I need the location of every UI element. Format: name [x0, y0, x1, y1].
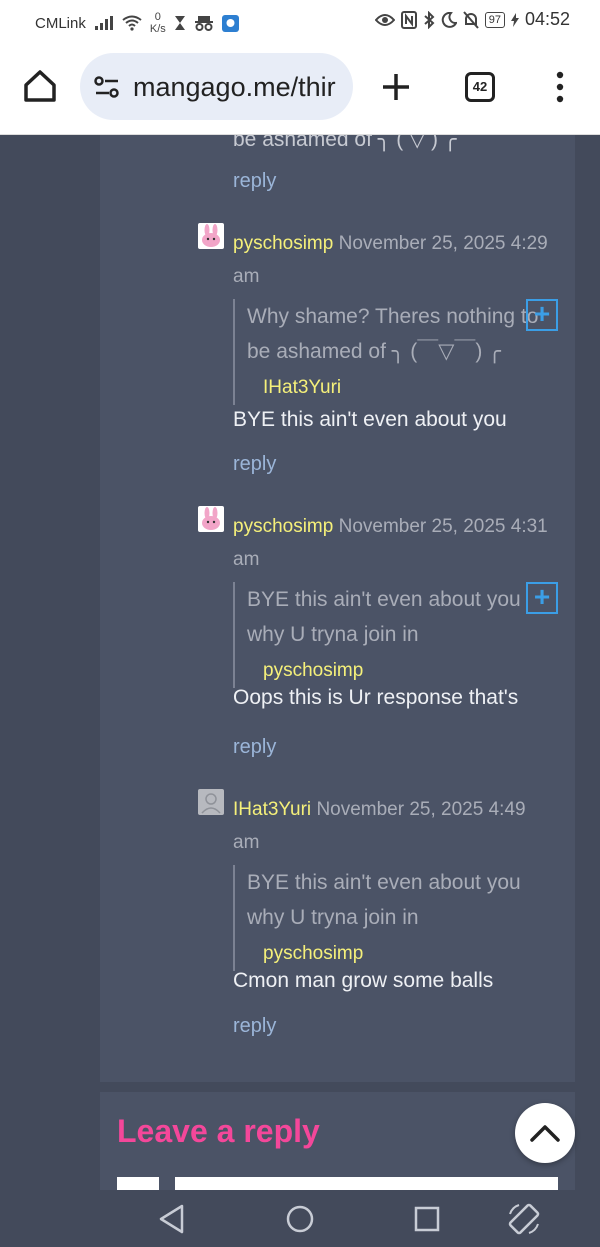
wifi-icon: [122, 15, 142, 31]
more-menu-icon[interactable]: [553, 71, 567, 103]
home-circle-icon[interactable]: [283, 1202, 317, 1236]
bunny-avatar-icon: [202, 224, 220, 247]
signal-icon: [94, 16, 113, 30]
bunny-avatar-icon: [202, 507, 220, 530]
home-icon[interactable]: [22, 68, 58, 104]
nfc-icon: [400, 10, 417, 29]
incognito-icon: [194, 16, 213, 31]
comment-username[interactable]: IHat3Yuri: [233, 799, 311, 820]
site-settings-icon[interactable]: [94, 75, 120, 99]
expand-quote-plus-icon[interactable]: +: [526, 582, 558, 614]
battery-level: 97: [484, 11, 505, 28]
comment-item: pyschosimp November 25, 2025 4:31 am BYE…: [198, 506, 568, 766]
comment-body: BYE this ain't even about you: [233, 408, 507, 431]
system-nav-bar: [0, 1190, 600, 1247]
eye-comfort-icon: [374, 13, 395, 26]
scroll-to-top-button[interactable]: [515, 1103, 575, 1163]
leave-reply-panel: Leave a reply: [100, 1092, 575, 1190]
tab-switcher-button[interactable]: 42: [465, 72, 495, 102]
recents-square-icon[interactable]: [410, 1202, 444, 1236]
avatar[interactable]: [198, 789, 224, 815]
app-notification-icon: [221, 14, 239, 32]
reply-link[interactable]: reply: [233, 736, 276, 759]
previous-reply-link[interactable]: reply: [233, 170, 276, 193]
status-bar: CMLink 0 K/s 97 04:52: [0, 0, 600, 40]
reply-avatar: [117, 1177, 159, 1190]
comment-item: IHat3Yuri November 25, 2025 4:49 am BYE …: [198, 789, 568, 1049]
default-user-icon: [201, 793, 221, 814]
quote-text: Why shame? Theres nothing to be ashamed …: [247, 305, 539, 363]
reply-link[interactable]: reply: [233, 1015, 276, 1038]
quoted-comment: BYE this ain't even about you why U tryn…: [233, 582, 558, 688]
carrier-name: CMLink: [35, 14, 86, 32]
clock: 04:52: [524, 9, 570, 29]
quote-author[interactable]: IHat3Yuri: [247, 377, 341, 398]
avatar[interactable]: [198, 223, 224, 249]
previous-quote-tail: be ashamed of ╮ ( ▽ ) ╭: [233, 135, 457, 151]
quote-text: BYE this ain't even about you why U tryn…: [247, 588, 521, 646]
comment-body: Cmon man grow some balls: [233, 969, 494, 992]
comment-username[interactable]: pyschosimp: [233, 516, 333, 537]
reply-text-input[interactable]: [175, 1177, 558, 1190]
quote-author[interactable]: pyschosimp: [247, 943, 363, 964]
charging-bolt-icon: [510, 12, 519, 27]
quote-text: BYE this ain't even about you why U tryn…: [247, 871, 521, 929]
address-bar[interactable]: mangago.me/thir: [80, 53, 353, 120]
expand-quote-plus-icon[interactable]: +: [526, 299, 558, 331]
net-speed: 0 K/s: [149, 11, 166, 35]
comment-item: pyschosimp November 25, 2025 4:29 am Why…: [198, 223, 568, 483]
muted-bell-icon: [462, 10, 479, 29]
bluetooth-icon: [424, 10, 435, 29]
chevron-up-icon: [530, 1125, 560, 1142]
comment-meta: pyschosimp November 25, 2025 4:31 am: [233, 510, 553, 576]
comment-body: Oops this is Ur response that's: [233, 686, 519, 709]
rotate-screen-icon[interactable]: [507, 1202, 541, 1236]
browser-toolbar: mangago.me/thir 42: [0, 40, 600, 135]
page-content: be ashamed of ╮ ( ▽ ) ╭ reply pyschosimp…: [0, 135, 600, 1190]
url-text: mangago.me/thir: [133, 72, 336, 102]
quoted-comment: Why shame? Theres nothing to be ashamed …: [233, 299, 558, 405]
do-not-disturb-moon-icon: [441, 11, 457, 28]
comment-meta: IHat3Yuri November 25, 2025 4:49 am: [233, 793, 553, 859]
quote-author[interactable]: pyschosimp: [247, 660, 363, 681]
leave-reply-heading: Leave a reply: [117, 1113, 320, 1149]
avatar[interactable]: [198, 506, 224, 532]
quoted-comment: BYE this ain't even about you why U tryn…: [233, 865, 558, 971]
reply-link[interactable]: reply: [233, 453, 276, 476]
comment-username[interactable]: pyschosimp: [233, 233, 333, 254]
new-tab-plus-icon[interactable]: [380, 71, 412, 103]
comment-meta: pyschosimp November 25, 2025 4:29 am: [233, 227, 553, 293]
hourglass-icon: [174, 16, 185, 30]
back-triangle-icon[interactable]: [155, 1202, 189, 1236]
